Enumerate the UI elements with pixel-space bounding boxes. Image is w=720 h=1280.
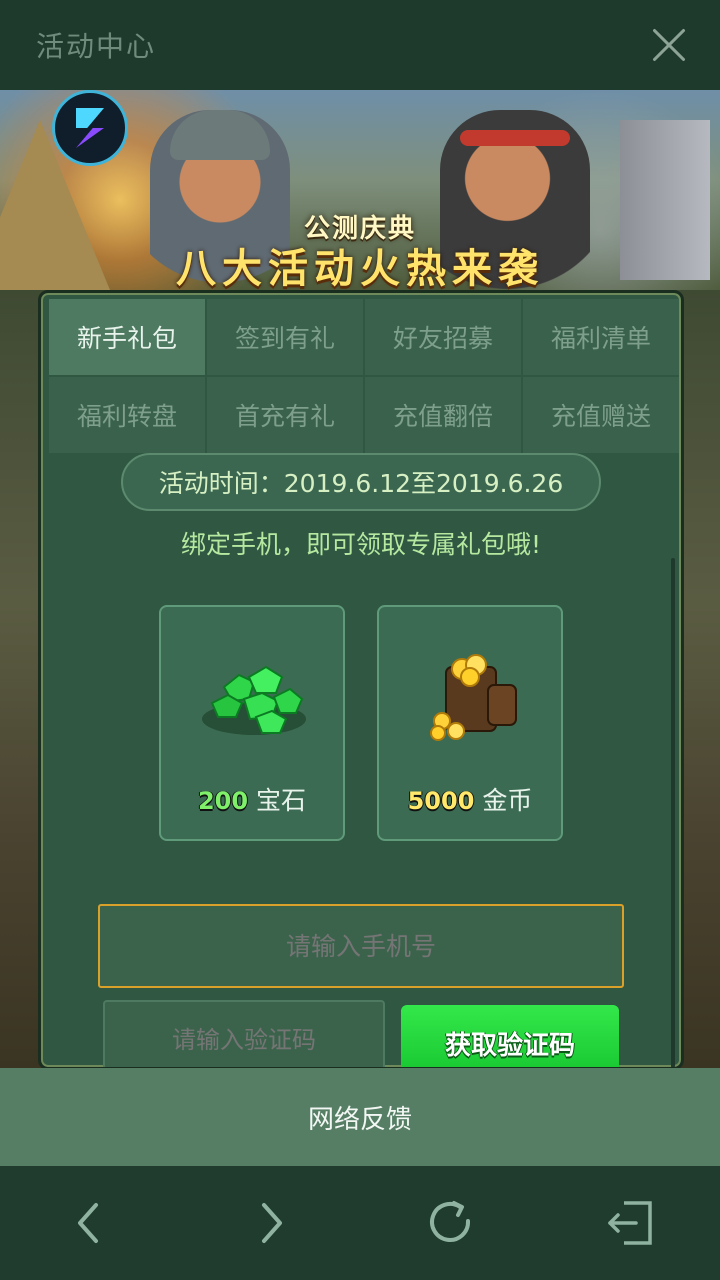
back-button[interactable] <box>45 1178 135 1268</box>
reward-card-gems: 200 宝石 <box>159 605 345 841</box>
event-banner: 公测庆典 八大活动火热来袭 <box>0 90 720 290</box>
tab-friend-recruit[interactable]: 好友招募 <box>365 299 521 375</box>
bottom-nav <box>0 1166 720 1280</box>
tab-sign-in[interactable]: 签到有礼 <box>207 299 363 375</box>
reward-label: 200 宝石 <box>161 781 343 817</box>
exit-icon <box>608 1201 652 1245</box>
helmet-illustration <box>170 110 270 160</box>
tab-first-recharge[interactable]: 首充有礼 <box>207 377 363 453</box>
tab-recharge-bonus[interactable]: 充值赠送 <box>523 377 679 453</box>
activity-panel: 新手礼包 签到有礼 好友招募 福利清单 福利转盘 首充有礼 充值翻倍 充值赠送 … <box>38 290 684 1070</box>
gold-coins-icon <box>430 654 517 741</box>
close-icon[interactable] <box>648 24 690 66</box>
exit-button[interactable] <box>585 1178 675 1268</box>
get-code-button[interactable]: 获取验证码 <box>401 1005 619 1067</box>
banner-headline: 八大活动火热来袭 <box>176 246 544 290</box>
tab-newbie-pack[interactable]: 新手礼包 <box>49 299 205 375</box>
back-icon <box>78 1203 98 1243</box>
forward-button[interactable] <box>225 1178 315 1268</box>
app-logo <box>52 90 128 166</box>
refresh-button[interactable] <box>405 1178 495 1268</box>
reward-card-gold: 5000 金币 <box>377 605 563 841</box>
activity-tabs: 新手礼包 签到有礼 好友招募 福利清单 福利转盘 首充有礼 充值翻倍 充值赠送 <box>49 299 679 453</box>
phone-input[interactable] <box>98 904 624 988</box>
bandana-illustration <box>460 130 570 146</box>
scrollbar[interactable] <box>671 558 675 1067</box>
tab-recharge-double[interactable]: 充值翻倍 <box>365 377 521 453</box>
reward-name: 金币 <box>482 786 533 815</box>
reward-name: 宝石 <box>256 786 307 815</box>
tab-benefit-list[interactable]: 福利清单 <box>523 299 679 375</box>
tab-lucky-wheel[interactable]: 福利转盘 <box>49 377 205 453</box>
reward-amount: 200 <box>197 787 249 815</box>
verification-code-input[interactable] <box>103 1000 385 1067</box>
refresh-icon <box>430 1201 471 1242</box>
reward-amount: 5000 <box>407 787 475 815</box>
reward-label: 5000 金币 <box>379 781 561 817</box>
network-feedback-button[interactable]: 网络反馈 <box>0 1068 720 1166</box>
top-bar: 活动中心 <box>0 0 720 90</box>
page-title: 活动中心 <box>36 30 157 63</box>
logo-mark-icon <box>76 108 104 148</box>
event-time: 活动时间：2019.6.12至2019.6.26 <box>121 453 601 511</box>
event-description: 绑定手机，即可领取专属礼包哦! <box>180 530 542 559</box>
gem-icon <box>202 665 306 735</box>
forward-icon <box>262 1203 282 1243</box>
